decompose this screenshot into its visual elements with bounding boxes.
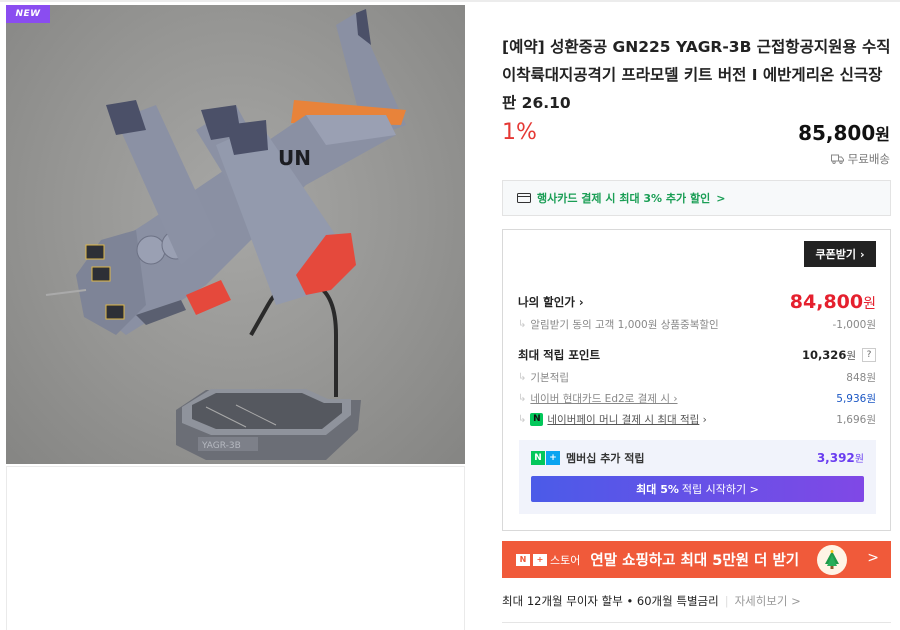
discount-rate: 1% [502, 120, 537, 145]
hyundai-card-value: 5,936원 [836, 393, 876, 405]
indent-mark: ↳ [518, 414, 527, 425]
help-icon[interactable]: ? [862, 348, 876, 362]
installment-info: 최대 12개월 무이자 할부 • 60개월 특별금리 | 자세히보기 > [502, 593, 801, 609]
coupon-button[interactable]: 쿠폰받기 › [804, 241, 876, 267]
naver-plus-icon: N + [531, 451, 560, 465]
membership-start-button[interactable]: 최대 5% 적립 시작하기 > [531, 476, 864, 502]
npay-link[interactable]: 네이버페이 머니 결제 시 최대 적립 › [547, 412, 706, 427]
card-benefit-label: 행사카드 결제 시 최대 3% 추가 할인 [537, 192, 711, 205]
npay-value: 1,696원 [836, 414, 876, 426]
aircraft-model-illustration: YAGR-3B UN [45, 9, 406, 460]
membership-box: N + 멤버십 추가 적립 3,392원 최대 5% 적립 시작하기 > [519, 440, 876, 514]
bottom-divider [502, 622, 891, 623]
product-image[interactable]: YAGR-3B UN NEW [6, 5, 465, 464]
chevron-right-icon: > [716, 191, 726, 205]
indent-mark: ↳ [518, 372, 527, 383]
naver-store-icon: N [516, 553, 530, 566]
more-details-link[interactable]: 자세히보기 > [735, 593, 801, 609]
alarm-discount-value: -1,000원 [832, 319, 876, 331]
alarm-discount-row: ↳ 알림받기 동의 고객 1,000원 상품중복할인 -1,000원 [518, 317, 876, 332]
my-price-label[interactable]: 나의 할인가 › [518, 294, 584, 310]
max-points-value: 10,326 [801, 348, 847, 362]
store-logo: N + 스토어 [516, 552, 580, 568]
truck-icon [830, 154, 844, 164]
chevron-right-icon: › [859, 247, 865, 261]
max-points-unit: 원 [846, 349, 856, 362]
credit-card-icon [517, 193, 531, 203]
basic-points-value: 848원 [846, 372, 876, 384]
promo-banner[interactable]: N + 스토어 연말 쇼핑하고 최대 5만원 더 받기 > [502, 541, 891, 578]
membership-button-label: 적립 시작하기 > [681, 483, 759, 496]
card-benefit-banner[interactable]: 행사카드 결제 시 최대 3% 추가 할인 > [502, 180, 891, 216]
un-decal: UN [278, 146, 311, 170]
max-points-row: 최대 적립 포인트 10,326 원 ? [518, 347, 876, 363]
hyundai-card-link[interactable]: 네이버 현대카드 Ed2로 결제 시 › [530, 391, 677, 406]
coupon-button-label: 쿠폰받기 [815, 248, 856, 261]
max-points-label: 최대 적립 포인트 [518, 348, 601, 362]
membership-label: 멤버십 추가 적립 [566, 452, 645, 465]
price-value: 85,800 [798, 121, 876, 145]
basic-points-label: 기본적립 [530, 372, 570, 384]
shipping-label: 무료배송 [847, 152, 890, 166]
naver-plus-store-icon: + [533, 553, 547, 566]
hyundai-card-row: ↳ 네이버 현대카드 Ed2로 결제 시 › 5,936원 [518, 391, 876, 406]
my-price-row: 나의 할인가 › 84,800원 [518, 291, 876, 313]
product-title: [예약] 성환중공 GN225 YAGR-3B 근접항공지원용 수직이착륙대지공… [502, 38, 891, 112]
basic-points-row: ↳ 기본적립 848원 [518, 370, 876, 385]
membership-title: N + 멤버십 추가 적립 [531, 450, 645, 466]
base-label: YAGR-3B [201, 441, 241, 451]
indent-mark: ↳ [518, 319, 527, 330]
store-label: 스토어 [550, 553, 581, 567]
divider: | [724, 594, 729, 608]
installment-text: 최대 12개월 무이자 할부 • 60개월 특별금리 [502, 594, 719, 608]
chevron-right-icon: > [867, 550, 879, 566]
max-points-value-wrap: 10,326 원 ? [802, 348, 876, 363]
new-badge: NEW [6, 5, 50, 23]
benefit-panel: 쿠폰받기 › 나의 할인가 › 84,800원 ↳ 알림받기 동의 고객 1,00… [502, 229, 891, 531]
image-lower-area [6, 466, 465, 630]
shipping-info: 무료배송 [830, 151, 890, 167]
npay-icon: N [530, 413, 544, 426]
alarm-discount-label: 알림받기 동의 고객 1,000원 상품중복할인 [530, 319, 719, 331]
product-price: 85,800원 [798, 121, 890, 145]
membership-button-bold: 최대 5% [636, 483, 679, 496]
price-unit: 원 [875, 125, 890, 144]
my-price-value: 84,800원 [789, 291, 876, 313]
indent-mark: ↳ [518, 393, 527, 404]
christmas-tree-icon [817, 545, 847, 575]
membership-value: 3,392원 [816, 451, 864, 465]
top-divider [0, 0, 900, 2]
npay-row: ↳ N 네이버페이 머니 결제 시 최대 적립 › 1,696원 [518, 412, 876, 427]
promo-message: 연말 쇼핑하고 최대 5만원 더 받기 [590, 553, 800, 569]
